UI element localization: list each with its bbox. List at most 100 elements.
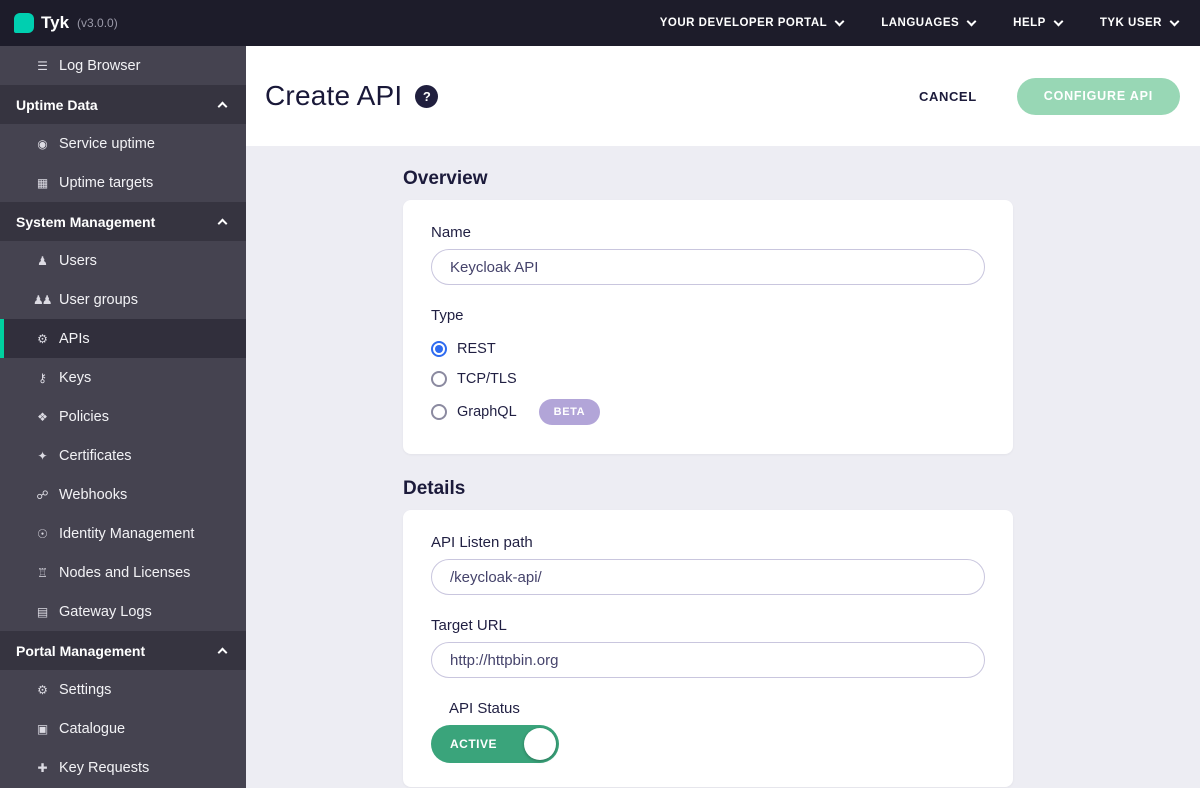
app-window: Tyk (v3.0.0) YOUR DEVELOPER PORTAL LANGU… xyxy=(0,0,1200,788)
sidebar-item-label: Users xyxy=(59,252,97,269)
target-url-input[interactable] xyxy=(431,642,985,678)
nav-menu-label: LANGUAGES xyxy=(881,17,960,29)
tyk-logo[interactable]: Tyk (v3.0.0) xyxy=(14,13,118,33)
help-icon[interactable]: ? xyxy=(415,84,439,108)
overview-heading: Overview xyxy=(403,168,488,189)
brand-name: Tyk xyxy=(41,13,70,32)
sidebar-section-portal-management[interactable]: Portal Management xyxy=(0,631,246,670)
sidebar-section-system-management[interactable]: System Management xyxy=(0,202,246,241)
catalogue-icon: ▣ xyxy=(36,721,48,736)
user-groups-icon: ♟♟ xyxy=(33,292,53,307)
page-header: Create API ? CANCEL CONFIGURE API xyxy=(246,46,1200,146)
page-title: Create API xyxy=(265,80,403,111)
sidebar-item-uptime-targets[interactable]: ▦ Uptime targets xyxy=(0,163,246,202)
radio-label: GraphQL xyxy=(457,404,517,420)
sidebar-item-service-uptime[interactable]: ◉ Service uptime xyxy=(0,124,246,163)
sidebar-item-label: Catalogue xyxy=(59,720,126,737)
sidebar-item-apis[interactable]: ⚙ APIs xyxy=(0,319,246,358)
chevron-down-icon xyxy=(834,16,845,26)
sidebar-item-users[interactable]: ♟ Users xyxy=(0,241,246,280)
radio-tcp-tls[interactable]: TCP/TLS xyxy=(431,364,985,394)
service-uptime-icon: ◉ xyxy=(37,136,47,151)
radio-rest[interactable]: REST xyxy=(431,334,985,364)
sidebar-item-log-browser[interactable]: ☰ Log Browser xyxy=(0,46,246,85)
api-listen-path-label: API Listen path xyxy=(431,534,533,551)
certificates-icon: ✦ xyxy=(37,448,47,463)
sidebar-item-label: Webhooks xyxy=(59,486,128,503)
sidebar-item-label: Key Requests xyxy=(59,759,150,776)
sidebar-section-label: System Management xyxy=(16,213,156,230)
radio-selected-icon[interactable] xyxy=(431,341,447,357)
toggle-knob-icon[interactable] xyxy=(524,728,556,760)
details-card: API Listen path Target URL API Status AC… xyxy=(403,510,1013,787)
identity-management-icon: ☉ xyxy=(37,526,48,541)
version-label: (v3.0.0) xyxy=(77,16,118,30)
sidebar-item-label: Nodes and Licenses xyxy=(59,564,191,581)
sidebar-section-label: Portal Management xyxy=(16,642,146,659)
sidebar-item-nodes-and-licenses[interactable]: ♖ Nodes and Licenses xyxy=(0,553,246,592)
configure-api-button[interactable]: CONFIGURE API xyxy=(1016,77,1180,115)
page-content: Overview Name Type REST TCP/TLS xyxy=(246,146,1200,788)
toggle-state-label: ACTIVE xyxy=(450,737,498,751)
sidebar-item-label: APIs xyxy=(59,330,90,347)
nodes-and-licenses-icon: ♖ xyxy=(37,565,48,580)
policies-icon: ❖ xyxy=(37,409,48,424)
radio-label: REST xyxy=(457,341,496,357)
gateway-logs-icon: ▤ xyxy=(36,604,48,619)
apis-icon: ⚙ xyxy=(37,331,48,346)
webhooks-icon: ☍ xyxy=(36,487,48,502)
sidebar-item-webhooks[interactable]: ☍ Webhooks xyxy=(0,475,246,514)
nav-menu-tyk-user[interactable]: TYK USER xyxy=(1099,16,1180,29)
sidebar-item-label: Settings xyxy=(59,681,112,698)
nav-menu-languages[interactable]: LANGUAGES xyxy=(881,16,977,29)
sidebar-item-label: Gateway Logs xyxy=(59,603,152,620)
top-navbar: Tyk (v3.0.0) YOUR DEVELOPER PORTAL LANGU… xyxy=(0,0,1200,46)
sidebar-item-label: Policies xyxy=(59,408,109,425)
name-label: Name xyxy=(431,224,472,241)
sidebar-section-uptime-data[interactable]: Uptime Data xyxy=(0,85,246,124)
sidebar-item-settings[interactable]: ⚙ Settings xyxy=(0,670,246,709)
main-area: Create API ? CANCEL CONFIGURE API Overvi… xyxy=(246,46,1200,788)
nav-menu-label: HELP xyxy=(1013,17,1046,29)
sidebar-item-identity-management[interactable]: ☉ Identity Management xyxy=(0,514,246,553)
chevron-down-icon xyxy=(1169,16,1180,26)
sidebar-item-label: Uptime targets xyxy=(59,174,154,191)
type-label: Type xyxy=(431,307,464,324)
sidebar-item-key-requests[interactable]: ✚ Key Requests xyxy=(0,748,246,787)
radio-unselected-icon[interactable] xyxy=(431,404,447,420)
nav-menu-label: YOUR DEVELOPER PORTAL xyxy=(659,17,828,29)
chevron-up-icon xyxy=(217,218,228,229)
nav-menu-label: TYK USER xyxy=(1099,17,1162,29)
nav-menu-help[interactable]: HELP xyxy=(1013,16,1064,29)
sidebar-item-certificates[interactable]: ✦ Certificates xyxy=(0,436,246,475)
log-browser-icon: ☰ xyxy=(37,58,48,73)
target-url-label: Target URL xyxy=(431,617,507,634)
api-status-label: API Status xyxy=(449,700,520,717)
beta-badge: BETA xyxy=(538,399,601,425)
chevron-up-icon xyxy=(217,647,228,658)
api-listen-path-input[interactable] xyxy=(431,559,985,595)
radio-label: TCP/TLS xyxy=(457,371,517,387)
type-options: REST TCP/TLS GraphQL BETA xyxy=(431,334,985,430)
radio-unselected-icon[interactable] xyxy=(431,371,447,387)
overview-card: Name Type REST TCP/TLS xyxy=(403,200,1013,454)
sidebar-item-user-groups[interactable]: ♟♟ User groups xyxy=(0,280,246,319)
radio-graphql[interactable]: GraphQL BETA xyxy=(431,394,985,430)
tyk-logo-icon xyxy=(14,13,34,33)
chevron-up-icon xyxy=(217,101,228,112)
sidebar-item-label: Keys xyxy=(59,369,92,386)
sidebar-item-policies[interactable]: ❖ Policies xyxy=(0,397,246,436)
sidebar-item-label: Certificates xyxy=(59,447,132,464)
key-requests-icon: ✚ xyxy=(37,760,47,775)
sidebar-item-label: Log Browser xyxy=(59,57,141,74)
api-status-toggle[interactable]: ACTIVE xyxy=(431,725,559,763)
name-input[interactable] xyxy=(431,249,985,285)
sidebar-item-catalogue[interactable]: ▣ Catalogue xyxy=(0,709,246,748)
sidebar-item-gateway-logs[interactable]: ▤ Gateway Logs xyxy=(0,592,246,631)
sidebar-item-keys[interactable]: ⚷ Keys xyxy=(0,358,246,397)
chevron-down-icon xyxy=(966,16,977,26)
cancel-button[interactable]: CANCEL xyxy=(913,88,983,105)
chevron-down-icon xyxy=(1053,16,1064,26)
nav-menu-developer-portal[interactable]: YOUR DEVELOPER PORTAL xyxy=(659,16,845,29)
uptime-targets-icon: ▦ xyxy=(36,175,48,190)
